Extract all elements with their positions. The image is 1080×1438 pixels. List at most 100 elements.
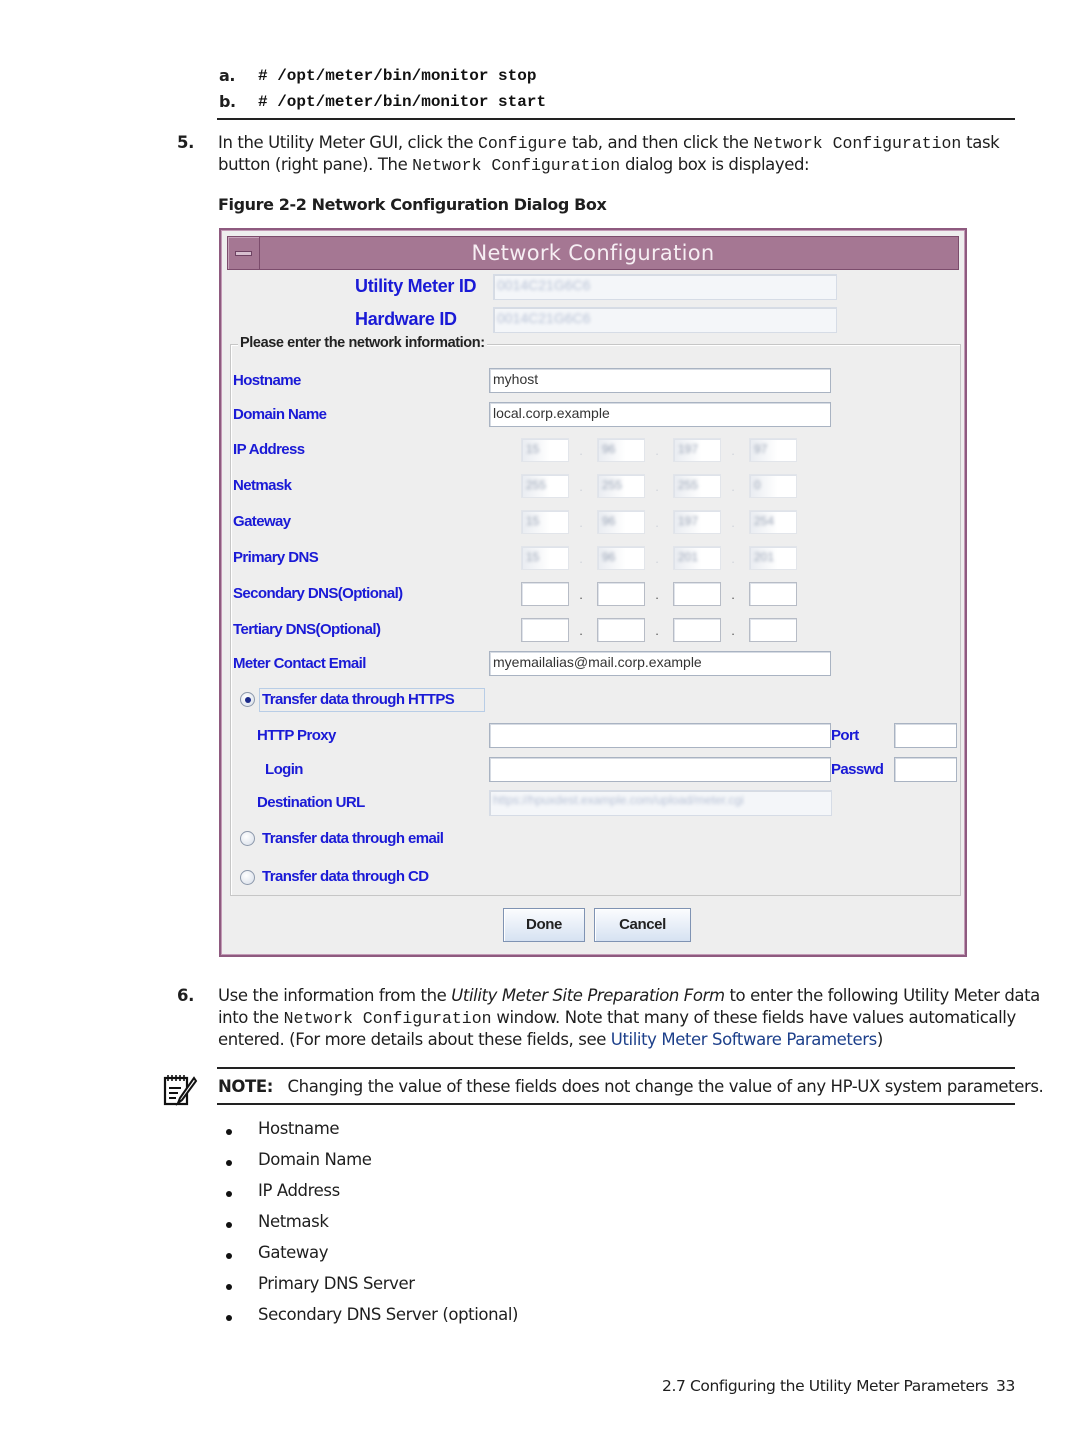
octet-input[interactable] (673, 582, 721, 606)
domain-name-input[interactable]: local.corp.example (489, 402, 831, 427)
hardware-id-label: Hardware ID (355, 309, 457, 329)
https-radio[interactable] (240, 692, 255, 707)
octet-separator: . (655, 479, 659, 494)
email-radio[interactable] (240, 831, 255, 846)
login-label: Login (265, 761, 303, 778)
octet-input[interactable] (521, 582, 569, 606)
done-button[interactable]: Done (503, 908, 585, 942)
bullet-icon (226, 1315, 232, 1321)
bullet-icon (226, 1160, 232, 1166)
text: In the Utility Meter GUI, click the (218, 133, 478, 152)
list-item: Netmask (258, 1212, 329, 1231)
login-input[interactable] (489, 757, 831, 782)
octet-input[interactable]: 255 (673, 474, 721, 498)
cd-radio-label[interactable]: Transfer data through CD (262, 868, 429, 885)
utility-meter-id-field[interactable]: 0014C21G6C6 (493, 274, 837, 300)
octet-input[interactable]: 201 (749, 546, 797, 570)
octet-separator: . (579, 515, 583, 530)
octet-separator: . (655, 587, 659, 602)
ip-row-label: Tertiary DNS(Optional) (233, 621, 381, 638)
octet-input[interactable]: 15 (521, 546, 569, 570)
bullet-icon (226, 1222, 232, 1228)
https-radio-label[interactable]: Transfer data through HTTPS (262, 691, 455, 708)
ip-row-label: Secondary DNS(Optional) (233, 585, 403, 602)
octet-value: 97 (754, 442, 768, 456)
ip-row-label: Netmask (233, 477, 292, 494)
octet-value: 254 (754, 514, 775, 528)
octet-input[interactable]: 197 (673, 438, 721, 462)
octet-value: 15 (526, 514, 540, 528)
passwd-input[interactable] (894, 757, 957, 782)
octet-input[interactable] (673, 618, 721, 642)
octet-input[interactable]: 255 (521, 474, 569, 498)
substep-a-marker: a. (219, 66, 236, 85)
meter-contact-email-label: Meter Contact Email (233, 655, 366, 672)
text: tab, and then click the (567, 133, 754, 152)
text: dialog box is displayed: (620, 155, 810, 174)
form-title: Utility Meter Site Preparation Form (451, 986, 725, 1005)
code-network-configuration: Network Configuration (412, 156, 621, 175)
group-title: Please enter the network information: (238, 335, 487, 351)
bullet-icon (226, 1284, 232, 1290)
octet-value: 96 (602, 514, 616, 528)
cd-radio[interactable] (240, 870, 255, 885)
destination-url-field[interactable]: https://hpuxdest.example.com/upload/mete… (489, 790, 832, 816)
hostname-input[interactable]: myhost (489, 368, 831, 393)
http-proxy-label: HTTP Proxy (257, 727, 336, 744)
octet-input[interactable]: 97 (749, 438, 797, 462)
destination-url-label: Destination URL (257, 794, 365, 811)
port-label: Port (831, 727, 859, 744)
octet-input[interactable]: 197 (673, 510, 721, 534)
dialog-title: Network Configuration (471, 241, 715, 265)
list-item: Gateway (258, 1243, 329, 1262)
code-configure: Configure (477, 134, 568, 153)
octet-input[interactable]: 96 (597, 546, 645, 570)
utility-meter-id-value: 0014C21G6C6 (497, 277, 591, 293)
hardware-id-field[interactable]: 0014C21G6C6 (493, 307, 837, 333)
octet-input[interactable]: 201 (673, 546, 721, 570)
note-bottom-rule (217, 1103, 1015, 1105)
list-item: Domain Name (258, 1150, 372, 1169)
text: entered. (For more details about these f… (218, 1030, 611, 1049)
utility-meter-id-label: Utility Meter ID (355, 276, 477, 296)
note-pencil-icon (163, 1075, 198, 1106)
text: task (961, 133, 1000, 152)
bullet-icon (226, 1129, 232, 1135)
text: ) (876, 1030, 883, 1049)
octet-input[interactable] (597, 618, 645, 642)
ip-row-label: IP Address (233, 441, 305, 458)
command-start: # /opt/meter/bin/monitor start (258, 93, 547, 111)
octet-value: 96 (602, 550, 616, 564)
octet-input[interactable] (521, 618, 569, 642)
octet-input[interactable]: 96 (597, 510, 645, 534)
octet-value: 96 (602, 442, 616, 456)
note: NOTE: Changing the value of these fields… (218, 1077, 1044, 1096)
email-radio-label[interactable]: Transfer data through email (262, 830, 444, 847)
list-item: Hostname (258, 1119, 340, 1138)
substep-a: a. (219, 66, 235, 85)
octet-input[interactable]: 15 (521, 510, 569, 534)
octet-input[interactable]: 254 (749, 510, 797, 534)
cancel-button[interactable]: Cancel (594, 908, 691, 942)
octet-input[interactable]: 15 (521, 438, 569, 462)
ip-row-label: Gateway (233, 513, 291, 530)
octet-input[interactable] (749, 582, 797, 606)
software-parameters-link[interactable]: Utility Meter Software Parameters (611, 1030, 877, 1049)
port-input[interactable] (894, 723, 957, 748)
footer-section: 2.7 Configuring the Utility Meter Parame… (662, 1377, 989, 1395)
dialog-titlebar[interactable]: Network Configuration (227, 236, 959, 270)
octet-input[interactable]: 96 (597, 438, 645, 462)
http-proxy-input[interactable] (489, 723, 831, 748)
octet-separator: . (655, 623, 659, 638)
octet-input[interactable] (749, 618, 797, 642)
octet-input[interactable]: 0 (749, 474, 797, 498)
passwd-label: Passwd (831, 761, 884, 778)
octet-input[interactable] (597, 582, 645, 606)
meter-contact-email-input[interactable]: myemailalias@mail.corp.example (489, 651, 831, 676)
note-top-rule (217, 1067, 1015, 1069)
step-6-line1: Use the information from the Utility Met… (218, 986, 1040, 1005)
octet-input[interactable]: 255 (597, 474, 645, 498)
figure-caption: Figure 2-2 Network Configuration Dialog … (218, 195, 607, 214)
substep-b-marker: b. (219, 92, 236, 111)
octet-separator: . (655, 515, 659, 530)
